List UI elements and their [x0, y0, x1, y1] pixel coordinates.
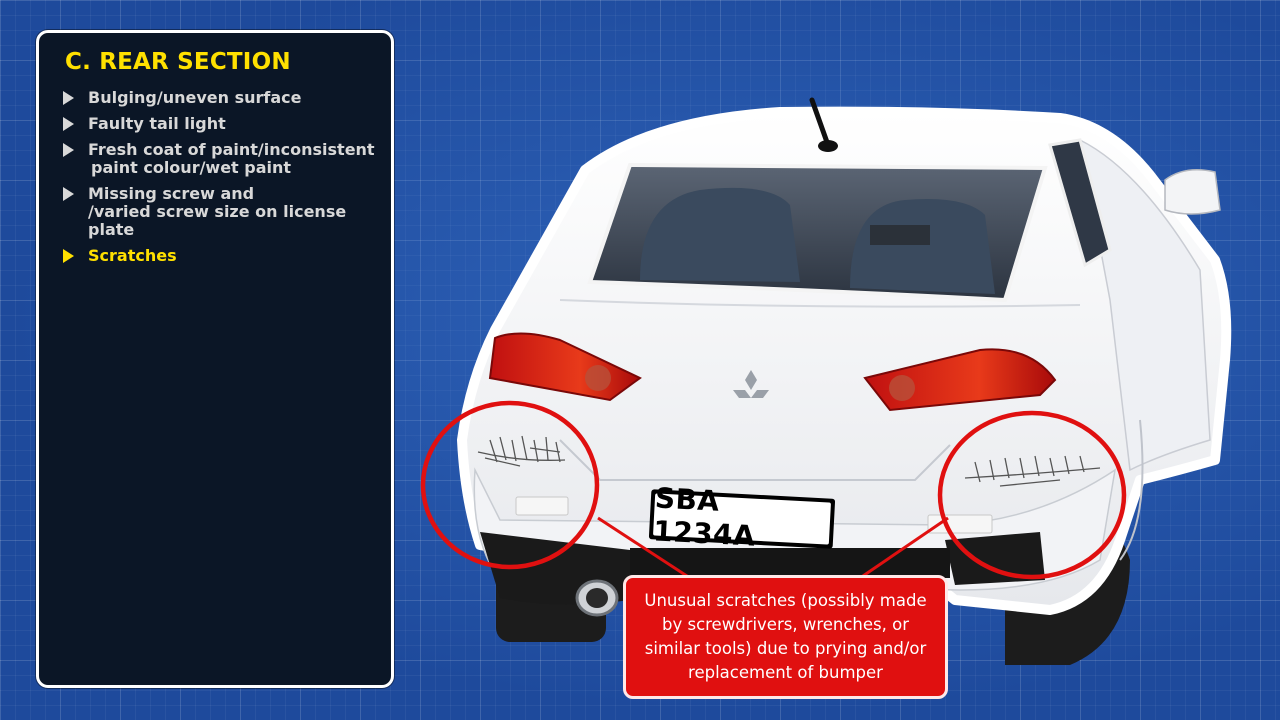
- license-plate: SBA 1234A: [648, 481, 836, 553]
- license-plate-text: SBA 1234A: [652, 481, 831, 553]
- scratches-callout: Unusual scratches (possibly made by scre…: [623, 575, 948, 699]
